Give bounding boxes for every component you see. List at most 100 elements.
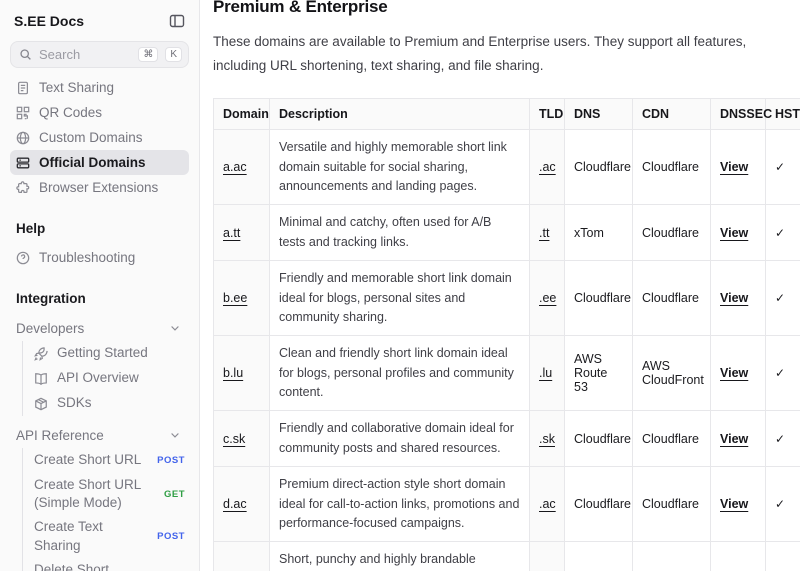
sidebar-item-label: Getting Started [57,344,185,362]
dns-value: Cloudflare [565,130,633,205]
cdn-value: Cloudflare [633,467,711,542]
sidebar-nav: Text Sharing QR Codes Custom Domains Off… [10,75,189,200]
group-label: API Reference [16,428,104,443]
hsts-checkmark: ✓ [766,336,800,411]
dnssec-view-link[interactable]: View [720,291,748,305]
col-header-cdn: CDN [633,99,711,130]
col-header-description: Description [270,99,530,130]
sidebar-header: S.EE Docs [10,13,189,29]
dnssec-view-link[interactable]: View [720,160,748,174]
app-title: S.EE Docs [14,13,84,29]
page-title: Premium & Enterprise [213,0,800,17]
file-text-icon [16,81,30,95]
dns-value: Cloudflare [565,411,633,467]
sidebar-item-create-short-url[interactable]: Create Short URL POST [23,448,189,473]
table-row: f.bi Short, punchy and highly brandable … [214,542,800,571]
rocket-icon [34,347,48,361]
sidebar-item-label: Create Short URL (Simple Mode) [34,476,149,512]
dnssec-view-link[interactable]: View [720,226,748,240]
table-row: b.lu Clean and friendly short link domai… [214,336,800,411]
qr-code-icon [16,106,30,120]
table-row: c.sk Friendly and collaborative domain i… [214,411,800,467]
tld-link[interactable]: .sk [539,432,555,446]
method-badge-get: GET [164,489,185,500]
help-circle-icon [16,251,30,265]
sidebar-item-create-short-url-simple[interactable]: Create Short URL (Simple Mode) GET [23,473,189,515]
domain-description: Short, punchy and highly brandable domai… [270,542,530,571]
sidebar-item-official-domains[interactable]: Official Domains [10,150,189,175]
search-input[interactable]: Search ⌘ K [10,41,189,68]
table-row: a.ac Versatile and highly memorable shor… [214,130,800,205]
cdn-value: AWS CloudFront [633,336,711,411]
sidebar-group-api-reference[interactable]: API Reference [10,422,189,448]
main-content: Premium & Enterprise These domains are a… [200,0,800,571]
domain-link[interactable]: b.lu [223,366,243,380]
sidebar-item-getting-started[interactable]: Getting Started [23,341,189,366]
cdn-value: Cloudflare [633,205,711,261]
table-header-row: Domain Description TLD DNS CDN DNSSEC HS… [214,99,800,130]
sidebar-item-label: Official Domains [39,155,146,170]
hsts-checkmark: ✓ [766,467,800,542]
tld-link[interactable]: .ee [539,291,556,305]
dns-value: xTom [565,205,633,261]
hsts-checkmark: ✓ [766,261,800,336]
tld-link[interactable]: .ac [539,497,556,511]
dnssec-view-link[interactable]: View [720,366,748,380]
domains-table-wrapper: Domain Description TLD DNS CDN DNSSEC HS… [213,98,800,571]
sidebar-item-create-text-sharing[interactable]: Create Text Sharing POST [23,515,189,557]
sidebar-item-label: Browser Extensions [39,180,158,195]
domains-table: Domain Description TLD DNS CDN DNSSEC HS… [213,98,800,571]
sidebar-item-browser-extensions[interactable]: Browser Extensions [10,175,189,200]
kbd-k: K [165,47,182,62]
sidebar-item-text-sharing[interactable]: Text Sharing [10,75,189,100]
sidebar-item-qr-codes[interactable]: QR Codes [10,100,189,125]
dnssec-view-link[interactable]: View [720,432,748,446]
cdn-value: Cloudflare [633,411,711,467]
panel-toggle-icon [169,13,185,29]
dnssec-view-link[interactable]: View [720,497,748,511]
domain-description: Minimal and catchy, often used for A/B t… [270,205,530,261]
domain-description: Friendly and memorable short link domain… [270,261,530,336]
domain-link[interactable]: c.sk [223,432,245,446]
search-placeholder: Search [39,47,131,62]
domain-description: Friendly and collaborative domain ideal … [270,411,530,467]
cdn-value: Cloudflare [633,261,711,336]
tld-link[interactable]: .tt [539,226,549,240]
sidebar-item-label: SDKs [57,394,185,412]
sidebar-item-sdks[interactable]: SDKs [23,391,189,416]
group-label: Developers [16,321,84,336]
api-reference-subgroup: Create Short URL POST Create Short URL (… [22,448,189,571]
hsts-checkmark: ✓ [766,411,800,467]
server-icon [16,156,30,170]
domain-link[interactable]: a.tt [223,226,240,240]
puzzle-icon [16,181,30,195]
sidebar-item-label: QR Codes [39,105,102,120]
sidebar-item-label: API Overview [57,369,185,387]
globe-icon [16,131,30,145]
cdn-value: Cloudflare [633,130,711,205]
sidebar-toggle-button[interactable] [169,13,185,29]
tld-link[interactable]: .lu [539,366,552,380]
chevron-down-icon [169,429,181,441]
table-row: a.tt Minimal and catchy, often used for … [214,205,800,261]
sidebar-group-developers[interactable]: Developers [10,315,189,341]
domain-link[interactable]: a.ac [223,160,247,174]
sidebar-item-api-overview[interactable]: API Overview [23,366,189,391]
sidebar-item-troubleshooting[interactable]: Troubleshooting [10,245,189,270]
sidebar-item-custom-domains[interactable]: Custom Domains [10,125,189,150]
package-icon [34,397,48,411]
section-title-integration: Integration [10,291,189,306]
sidebar-item-delete-short-url[interactable]: Delete Short URL DELETE [23,558,189,571]
col-header-tld: TLD [530,99,565,130]
tld-link[interactable]: .ac [539,160,556,174]
search-icon [19,48,32,61]
domain-link[interactable]: d.ac [223,497,247,511]
domain-description: Premium direct-action style short domain… [270,467,530,542]
kbd-cmd: ⌘ [138,47,158,62]
sidebar-item-label: Text Sharing [39,80,114,95]
col-header-dns: DNS [565,99,633,130]
sidebar-item-label: Troubleshooting [39,250,135,265]
table-row: d.ac Premium direct-action style short d… [214,467,800,542]
table-row: b.ee Friendly and memorable short link d… [214,261,800,336]
domain-link[interactable]: b.ee [223,291,247,305]
